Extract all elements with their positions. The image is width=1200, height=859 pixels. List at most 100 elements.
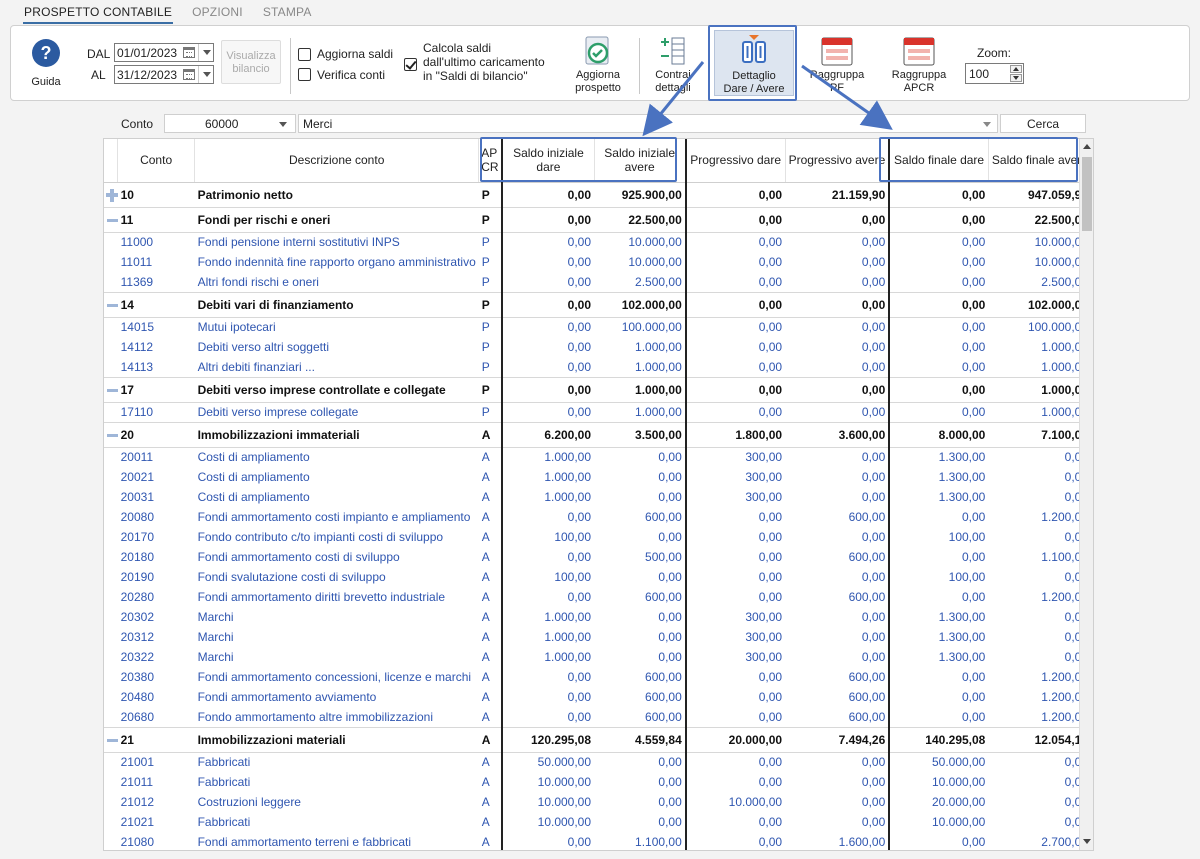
row-gutter[interactable] (104, 402, 118, 422)
zoom-spinner[interactable]: 100 (965, 63, 1024, 84)
row-gutter[interactable] (104, 181, 118, 208)
account-row[interactable]: 21080 Fondi ammortamento terreni e fabbri… (104, 832, 1093, 850)
calendar-icon[interactable] (183, 47, 195, 58)
expand-icon[interactable] (106, 188, 118, 202)
row-gutter[interactable] (104, 812, 118, 832)
verifica-conti-checkbox[interactable] (298, 68, 311, 81)
aggiorna-saldi-checkbox[interactable] (298, 48, 311, 61)
dal-date-field[interactable]: 01/01/2023 (114, 43, 214, 62)
row-gutter[interactable] (104, 272, 118, 292)
zoom-up-icon[interactable] (1010, 65, 1022, 73)
header-descrizione[interactable]: Descrizione conto (194, 139, 480, 183)
account-row[interactable]: 20280 Fondi ammortamento diritti brevetto… (104, 587, 1093, 607)
account-row[interactable]: 21021 Fabbricati A 10.000,00 0,00 0,00 0,00 10.… (104, 812, 1093, 832)
scroll-down-icon[interactable] (1083, 839, 1091, 844)
row-gutter[interactable] (104, 291, 118, 318)
group-row[interactable]: 17 Debiti verso imprese controllate e col… (104, 376, 1093, 403)
row-gutter[interactable] (104, 667, 118, 687)
row-gutter[interactable] (104, 317, 118, 337)
collapse-icon[interactable] (107, 303, 118, 307)
row-gutter[interactable] (104, 607, 118, 627)
account-row[interactable]: 20480 Fondi ammortamento avviamento A 0,00 6… (104, 687, 1093, 707)
row-gutter[interactable] (104, 376, 118, 403)
row-gutter[interactable] (104, 487, 118, 507)
aggiorna-prospetto-button[interactable]: Aggiorna prospetto (566, 34, 630, 96)
header-conto[interactable]: Conto (117, 139, 196, 183)
tab-prospetto-contabile[interactable]: PROSPETTO CONTABILE (14, 0, 182, 24)
row-gutter[interactable] (104, 627, 118, 647)
row-gutter[interactable] (104, 252, 118, 272)
account-row[interactable]: 21012 Costruzioni leggere A 10.000,00 0,00 10… (104, 792, 1093, 812)
chevron-down-icon[interactable] (983, 122, 991, 127)
row-gutter[interactable] (104, 647, 118, 667)
account-row[interactable]: 11000 Fondi pensione interni sostitutivi … (104, 232, 1093, 252)
row-gutter[interactable] (104, 421, 118, 448)
account-row[interactable]: 14015 Mutui ipotecari P 0,00 100.000,00 0,00 0… (104, 317, 1093, 337)
vertical-scrollbar[interactable] (1079, 139, 1093, 850)
chevron-down-icon[interactable] (279, 122, 287, 127)
row-gutter[interactable] (104, 232, 118, 252)
account-row[interactable]: 20312 Marchi A 1.000,00 0,00 300,00 0,00 1.300,… (104, 627, 1093, 647)
cerca-button[interactable]: Cerca (1000, 114, 1086, 133)
row-gutter[interactable] (104, 467, 118, 487)
visualizza-bilancio-button[interactable]: Visualizza bilancio (221, 40, 281, 84)
row-gutter[interactable] (104, 792, 118, 812)
header-progressivo-avere[interactable]: Progressivo avere (785, 139, 890, 183)
row-gutter[interactable] (104, 587, 118, 607)
collapse-icon[interactable] (107, 218, 118, 222)
account-row[interactable]: 20021 Costi di ampliamento A 1.000,00 0,00 30… (104, 467, 1093, 487)
row-gutter[interactable] (104, 772, 118, 792)
group-row[interactable]: 14 Debiti vari di finanziamento P 0,00 102.0… (104, 291, 1093, 318)
row-gutter[interactable] (104, 357, 118, 377)
row-gutter[interactable] (104, 507, 118, 527)
account-row[interactable]: 20680 Fondo ammortamento altre immobilizz… (104, 707, 1093, 727)
group-row[interactable]: 10 Patrimonio netto P 0,00 925.900,00 0,00 21.… (104, 181, 1093, 208)
row-gutter[interactable] (104, 447, 118, 467)
account-row[interactable]: 17110 Debiti verso imprese collegate P 0,00… (104, 402, 1093, 422)
row-gutter[interactable] (104, 206, 118, 233)
chevron-down-icon[interactable] (203, 72, 211, 77)
row-gutter[interactable] (104, 547, 118, 567)
descrizione-combo[interactable]: Merci (298, 114, 998, 133)
account-row[interactable]: 14113 Altri debiti finanziari ... P 0,00 1.0… (104, 357, 1093, 377)
conto-combo[interactable]: 60000 (164, 114, 296, 133)
account-row[interactable]: 11011 Fondo indennità fine rapporto organ… (104, 252, 1093, 272)
tab-opzioni[interactable]: OPZIONI (182, 0, 253, 22)
collapse-icon[interactable] (107, 433, 118, 437)
row-gutter[interactable] (104, 337, 118, 357)
scroll-up-icon[interactable] (1083, 144, 1091, 149)
scrollbar-thumb[interactable] (1082, 157, 1092, 231)
account-row[interactable]: 20322 Marchi A 1.000,00 0,00 300,00 0,00 1.300,… (104, 647, 1093, 667)
row-gutter[interactable] (104, 707, 118, 727)
header-progressivo-dare[interactable]: Progressivo dare (684, 139, 786, 183)
account-row[interactable]: 20380 Fondi ammortamento concessioni, lic… (104, 667, 1093, 687)
row-gutter[interactable] (104, 567, 118, 587)
guida-button[interactable]: ? Guida (27, 36, 65, 92)
group-row[interactable]: 21 Immobilizzazioni materiali A 120.295,08 4… (104, 726, 1093, 753)
row-gutter[interactable] (104, 687, 118, 707)
account-row[interactable]: 20031 Costi di ampliamento A 1.000,00 0,00 30… (104, 487, 1093, 507)
account-row[interactable]: 20011 Costi di ampliamento A 1.000,00 0,00 30… (104, 447, 1093, 467)
row-gutter[interactable] (104, 726, 118, 753)
account-row[interactable]: 14112 Debiti verso altri soggetti P 0,00 1.0… (104, 337, 1093, 357)
row-gutter[interactable] (104, 752, 118, 772)
row-gutter[interactable] (104, 527, 118, 547)
account-row[interactable]: 21001 Fabbricati A 50.000,00 0,00 0,00 0,00 50.… (104, 752, 1093, 772)
account-row[interactable]: 11369 Altri fondi rischi e oneri P 0,00 2.50… (104, 272, 1093, 292)
collapse-icon[interactable] (107, 738, 118, 742)
collapse-icon[interactable] (107, 388, 118, 392)
group-row[interactable]: 11 Fondi per rischi e oneri P 0,00 22.500,00… (104, 206, 1093, 233)
raggruppa-pf-button[interactable]: Raggruppa PF (803, 34, 871, 96)
account-row[interactable]: 21011 Fabbricati A 10.000,00 0,00 0,00 0,00 10.… (104, 772, 1093, 792)
calendar-icon[interactable] (183, 69, 195, 80)
account-row[interactable]: 20080 Fondi ammortamento costi impianto e… (104, 507, 1093, 527)
contrai-dettagli-button[interactable]: Contrai dettagli (645, 34, 701, 96)
account-row[interactable]: 20170 Fondo contributo c/to impianti cost… (104, 527, 1093, 547)
zoom-down-icon[interactable] (1010, 74, 1022, 82)
raggruppa-apcr-button[interactable]: Raggruppa APCR (885, 34, 953, 96)
al-date-field[interactable]: 31/12/2023 (114, 65, 214, 84)
account-row[interactable]: 20302 Marchi A 1.000,00 0,00 300,00 0,00 1.300,… (104, 607, 1093, 627)
account-row[interactable]: 20180 Fondi ammortamento costi di svilupp… (104, 547, 1093, 567)
tab-stampa[interactable]: STAMPA (253, 0, 322, 22)
account-row[interactable]: 20190 Fondi svalutazione costi di svilupp… (104, 567, 1093, 587)
